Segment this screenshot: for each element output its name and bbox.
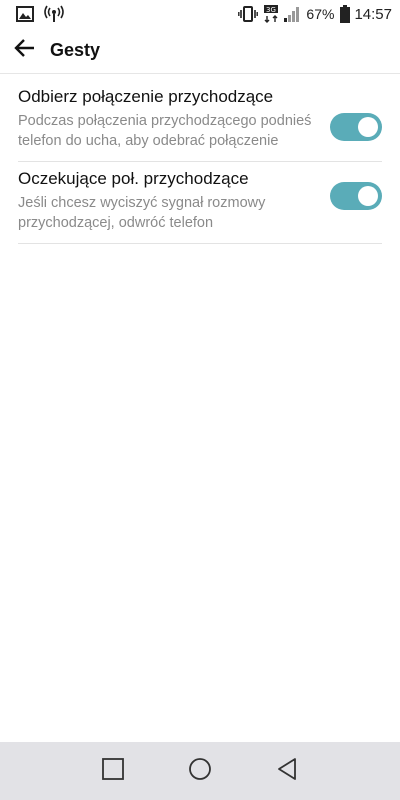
status-left <box>16 5 74 23</box>
back-triangle-icon <box>276 757 298 786</box>
network-3g-icon: 3G <box>264 5 279 23</box>
screen: 3G 67% 14:57 Gesty Odbierz połączenie pr… <box>0 0 400 800</box>
call-waiting-toggle[interactable] <box>330 182 382 210</box>
setting-answer-call[interactable]: Odbierz połączenie przychodzące Podczas … <box>18 80 382 162</box>
answer-call-toggle[interactable] <box>330 113 382 141</box>
setting-text: Odbierz połączenie przychodzące Podczas … <box>18 86 318 151</box>
vibrate-icon <box>238 5 259 23</box>
battery-percent: 67% <box>306 6 335 22</box>
clock: 14:57 <box>354 5 392 23</box>
recents-square-icon <box>102 757 125 785</box>
toggle-knob <box>358 117 378 137</box>
app-bar: Gesty <box>0 28 400 74</box>
setting-description: Podczas połączenia przychodzącego podnie… <box>18 113 312 149</box>
toggle-knob <box>358 186 378 206</box>
page-title: Gesty <box>50 40 101 60</box>
setting-text: Oczekujące poł. przychodzące Jeśli chces… <box>18 168 318 233</box>
image-icon <box>16 6 34 22</box>
recents-button[interactable] <box>93 751 133 791</box>
back-button[interactable] <box>0 28 48 74</box>
hotspot-icon <box>44 5 64 23</box>
setting-title: Odbierz połączenie przychodzące <box>18 87 274 106</box>
svg-text:3G: 3G <box>266 6 276 14</box>
setting-call-waiting[interactable]: Oczekujące poł. przychodzące Jeśli chces… <box>18 162 382 244</box>
home-circle-icon <box>188 757 212 786</box>
navigation-bar <box>0 742 400 800</box>
signal-icon <box>284 6 300 22</box>
setting-title: Oczekujące poł. przychodzące <box>18 169 249 188</box>
battery-icon <box>340 5 351 23</box>
status-bar: 3G 67% 14:57 <box>0 0 400 28</box>
status-right: 3G 67% 14:57 <box>232 5 392 23</box>
setting-description: Jeśli chcesz wyciszyć sygnał rozmowy prz… <box>18 195 266 231</box>
nav-back-button[interactable] <box>267 751 307 791</box>
arrow-left-icon <box>13 38 35 63</box>
home-button[interactable] <box>180 751 220 791</box>
settings-list: Odbierz połączenie przychodzące Podczas … <box>18 80 382 244</box>
